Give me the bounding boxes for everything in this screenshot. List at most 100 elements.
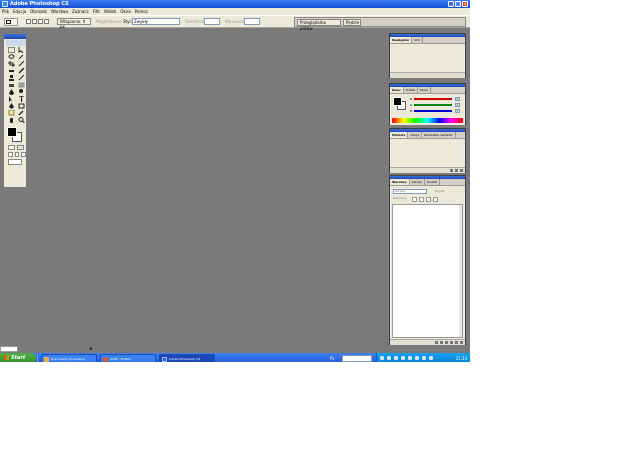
tab-tool-presets[interactable]: Narzędzia narzędzi [422,132,456,138]
photoshop-app-icon[interactable] [2,1,8,7]
screen-mode-full-menu-icon[interactable] [14,152,20,157]
blend-mode-select[interactable]: Zwykły [393,189,427,194]
jump-to-imageready-icon[interactable] [8,159,22,165]
new-layer-icon[interactable] [455,341,458,344]
maximize-button[interactable]: □ [455,1,461,7]
eyedropper-tool-icon[interactable] [17,110,25,116]
marquee-tool-icon[interactable] [7,47,15,53]
crop-tool-icon[interactable] [7,61,15,67]
brush-tool-icon[interactable] [17,68,25,74]
hand-tool-icon[interactable] [7,117,15,123]
magic-wand-tool-icon[interactable] [17,54,25,60]
layer-list[interactable] [392,204,463,338]
antialias-checkbox[interactable]: Wygładzanie [96,19,122,24]
foreground-color-swatch[interactable] [7,127,17,137]
feather-field[interactable]: Wtapianie: 0 px [57,18,91,29]
tab-paths[interactable]: Ścieżki [425,179,441,185]
volume-icon[interactable] [387,356,391,360]
width-input[interactable] [204,18,220,25]
tab-actions[interactable]: Opcje [408,132,422,138]
zoom-status-field[interactable] [0,346,18,352]
lock-transparency-icon[interactable] [412,197,417,202]
trash-icon[interactable] [460,169,463,172]
zoom-tool-icon[interactable] [17,117,25,123]
lock-image-icon[interactable] [419,197,424,202]
menu-edit[interactable]: Edycja [11,8,28,15]
layer-mask-icon[interactable] [440,341,443,344]
path-selection-tool-icon[interactable] [7,96,15,102]
messenger-icon[interactable] [401,356,405,360]
menu-window[interactable]: Okno [118,8,132,15]
pen-tool-icon[interactable] [7,103,15,109]
task-button-firefox[interactable]: GIMP - Firefox [100,354,156,362]
screen-mode-standard-icon[interactable] [8,152,13,157]
tab-info[interactable]: Info [412,37,424,43]
minimize-button[interactable]: _ [448,1,454,7]
style-select[interactable]: Zwykły [132,18,180,25]
new-snapshot-icon[interactable] [455,169,458,172]
menu-select[interactable]: Zaznacz [70,8,91,15]
close-button[interactable]: x [462,1,468,7]
language-indicator[interactable]: PL [330,356,335,361]
taskbar-search-input[interactable] [342,355,372,362]
move-tool-icon[interactable] [17,47,25,53]
red-value-input[interactable]: 0 [455,97,460,101]
blue-slider[interactable] [414,110,452,112]
history-brush-tool-icon[interactable] [17,75,25,81]
zoom-slider-bar[interactable] [390,72,465,78]
menu-filter[interactable]: Filtr [91,8,102,15]
task-button-photoshop[interactable]: Adobe Photoshop CS [159,354,215,362]
height-input[interactable] [244,18,260,25]
network-icon[interactable] [380,356,384,360]
tab-swatches[interactable]: Próbki [404,87,419,93]
intersect-selection-icon[interactable] [44,19,49,24]
menu-view[interactable]: Widok [102,8,118,15]
standard-mode-icon[interactable] [8,145,15,150]
blue-value-input[interactable]: 0 [455,109,460,113]
tab-history[interactable]: Historia [390,132,409,138]
trash-icon[interactable] [460,341,463,344]
start-button[interactable]: Start [0,353,36,362]
lasso-tool-icon[interactable] [7,54,15,60]
tab-color[interactable]: Kolor [390,87,404,93]
layer-set-icon[interactable] [445,341,448,344]
menu-image[interactable]: Obrazek [28,8,49,15]
well-tab-brushes[interactable]: Pędzle [343,19,361,26]
status-arrow-icon[interactable]: ▸ [90,346,93,352]
display-icon[interactable] [422,356,426,360]
task-button-folder[interactable]: Dokumenty Photoshop [41,354,97,362]
lock-all-icon[interactable] [433,197,438,202]
antivirus-icon[interactable] [394,356,398,360]
adobe-online-icon[interactable] [6,40,26,46]
safely-remove-icon[interactable] [415,356,419,360]
foreground-color-swatch[interactable] [393,97,402,106]
gradient-tool-icon[interactable] [17,82,25,88]
tab-layers[interactable]: Warstwy [390,179,410,185]
tab-navigator[interactable]: Nawigator [390,37,413,43]
lock-position-icon[interactable] [426,197,431,202]
color-ramp[interactable] [392,118,463,123]
menu-help[interactable]: Pomoc [133,8,150,15]
update-icon[interactable] [408,356,412,360]
tab-channels[interactable]: Kanały [410,179,425,185]
well-tab-file-browser[interactable]: Przeglądarka plików [297,19,341,31]
type-tool-icon[interactable] [17,96,25,102]
clock[interactable]: 21:33 [455,353,467,362]
layer-style-icon[interactable] [435,341,438,344]
toolbox-titlebar[interactable] [4,34,26,39]
subtract-selection-icon[interactable] [38,19,43,24]
green-slider[interactable] [414,104,452,106]
red-slider[interactable] [414,98,452,100]
menu-file[interactable]: Plik [0,8,11,15]
dodge-tool-icon[interactable] [17,89,25,95]
menu-layer[interactable]: Warstwa [49,8,70,15]
new-document-icon[interactable] [450,169,453,172]
screen-mode-full-icon[interactable] [21,152,27,157]
quick-mask-mode-icon[interactable] [17,145,24,150]
clone-stamp-tool-icon[interactable] [7,75,15,81]
new-selection-icon[interactable] [26,19,31,24]
blur-tool-icon[interactable] [7,89,15,95]
history-scrollbar[interactable] [462,139,465,168]
shape-tool-icon[interactable] [17,103,25,109]
layers-scrollbar[interactable] [459,205,462,337]
